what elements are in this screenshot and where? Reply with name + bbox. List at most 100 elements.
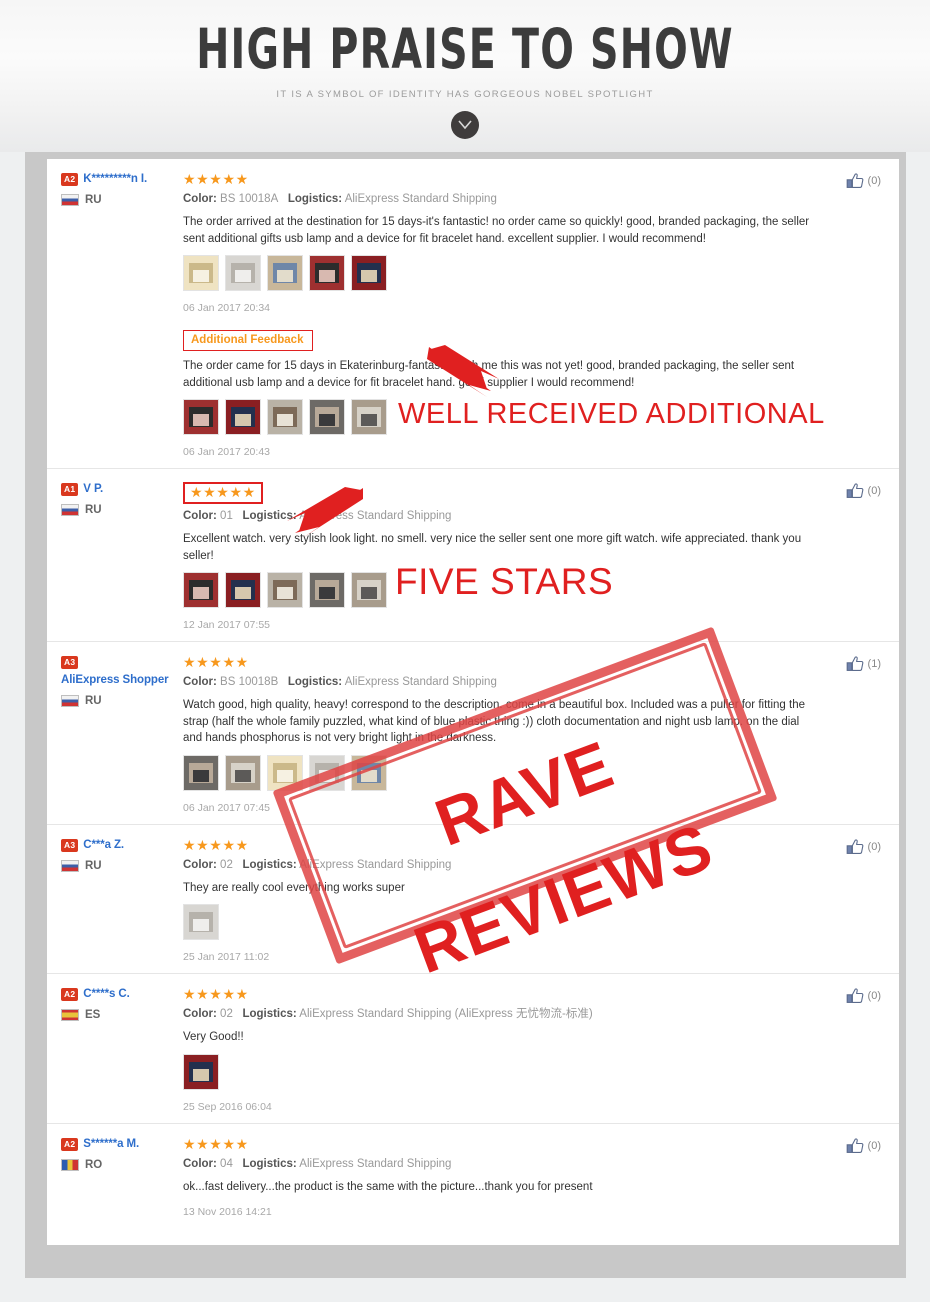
review-photo-thumbnail[interactable] [309, 255, 345, 291]
scroll-down-button[interactable] [451, 111, 479, 139]
reviewer-level-badge: A2 [61, 988, 79, 1001]
review-photo-thumbnail[interactable] [225, 399, 261, 435]
helpful-votes[interactable]: (0) [825, 172, 881, 458]
star-rating: ★★★★★ [183, 654, 249, 670]
page-root: HIGH PRAISE TO SHOW IT IS A SYMBOL OF ID… [0, 0, 930, 1302]
review-body: ★★★★★ Color: 02 Logistics: AliExpress Sta… [183, 987, 825, 1113]
review-photo-thumbnail[interactable] [225, 255, 261, 291]
helpful-votes[interactable]: (0) [825, 1137, 881, 1219]
thumbs-up-icon[interactable] [846, 838, 864, 860]
review-meta: Color: BS 10018B Logistics: AliExpress S… [183, 676, 497, 688]
reviewer-name[interactable]: K*********n I. [83, 173, 147, 186]
helpful-votes[interactable]: (1) [825, 655, 881, 814]
helpful-vote-count: (0) [867, 485, 881, 497]
logistics-label: Logistics: [242, 858, 297, 871]
review-body: ★★★★★ Color: BS 10018A Logistics: AliExpr… [183, 172, 825, 458]
thumbs-up-icon[interactable] [846, 173, 864, 194]
review-text: Excellent watch. very stylish look light… [183, 533, 802, 562]
logistics-label: Logistics: [242, 510, 297, 522]
reviewer-name[interactable]: C***a Z. [83, 839, 124, 852]
star-rating: ★★★★★ [183, 986, 249, 1002]
additional-feedback: Additional Feedback The order came for 15… [183, 330, 821, 458]
star-rating: ★★★★★ [183, 836, 249, 853]
review-date: 25 Sep 2016 06:04 [183, 1100, 272, 1113]
review-photo-thumbnail[interactable] [351, 572, 387, 608]
helpful-votes[interactable]: (0) [825, 987, 881, 1113]
review-photo-thumbnail[interactable] [267, 255, 303, 291]
country-flag-icon [61, 194, 79, 206]
review-photo-thumbnail[interactable] [225, 572, 261, 608]
reviewer-level-badge: A3 [61, 656, 79, 669]
thumbs-up-icon[interactable] [846, 483, 864, 504]
review-photo-thumbnail[interactable] [351, 754, 387, 791]
review-photo-thumbnail[interactable] [183, 572, 219, 608]
review-text: The order arrived at the destination for… [183, 216, 810, 245]
helpful-votes[interactable]: (0) [825, 838, 881, 964]
thumbs-up-icon[interactable] [846, 988, 864, 1009]
reviewer-name[interactable]: AliExpress Shopper [61, 674, 169, 687]
additional-feedback-text: The order came for 15 days in Ekaterinbu… [183, 360, 795, 389]
country-code: ES [85, 1009, 101, 1021]
review-photo-strip [183, 572, 821, 608]
review-text: ok...fast delivery...the product is the … [183, 1180, 593, 1193]
review-text: They are really cool everything works su… [183, 881, 405, 894]
review-photo-thumbnail[interactable] [267, 572, 303, 608]
helpful-vote-count: (0) [867, 840, 881, 853]
review-item: A2 S******a M. RO ★★★★★ Color: 04 Logistics:… [47, 1124, 899, 1229]
reviewer-level-badge: A3 [61, 838, 79, 852]
review-photo-thumbnail[interactable] [183, 399, 219, 435]
review-photo-thumbnail[interactable] [309, 572, 345, 608]
country-flag-icon [61, 859, 79, 872]
hero-banner: HIGH PRAISE TO SHOW IT IS A SYMBOL OF ID… [0, 0, 930, 152]
color-label: Color: [183, 858, 217, 871]
review-meta: Color: 04 Logistics: AliExpress Standard… [183, 1157, 452, 1170]
reviewer-level-badge: A2 [61, 173, 79, 186]
country-flag-icon [61, 1158, 79, 1171]
color-label: Color: [183, 1008, 217, 1020]
review-photo-thumbnail[interactable] [183, 904, 219, 940]
review-item: A3 C***a Z. RU ★★★★★ Color: 02 Logistics: Al… [47, 825, 899, 974]
star-rating: ★★★★★ [183, 1135, 249, 1152]
reviewer-identity: A2 K*********n I. RU [61, 172, 183, 458]
review-photo-thumbnail[interactable] [267, 754, 303, 791]
reviewer-identity: A2 S******a M. RO [61, 1137, 183, 1219]
reviewer-name[interactable]: S******a M. [83, 1138, 139, 1151]
reviewer-level-badge: A1 [61, 483, 79, 496]
review-item: A1 V P. RU ★★★★★ Color: 01 Logistics: AliExp… [47, 469, 899, 642]
helpful-vote-count: (0) [867, 990, 881, 1002]
helpful-votes[interactable]: (0) [825, 482, 881, 631]
review-meta: Color: 02 Logistics: AliExpress Standard… [183, 1008, 593, 1020]
review-photo-thumbnail[interactable] [267, 399, 303, 435]
helpful-vote-count: (1) [867, 658, 881, 670]
color-label: Color: [183, 1157, 217, 1170]
reviewer-identity: A1 V P. RU [61, 482, 183, 631]
review-photo-thumbnail[interactable] [183, 1053, 219, 1090]
review-photo-strip [183, 754, 821, 791]
star-rating: ★★★★★ [183, 171, 249, 187]
review-photo-thumbnail[interactable] [351, 255, 387, 291]
review-body: ★★★★★ Color: 02 Logistics: AliExpress Sta… [183, 836, 825, 963]
star-rating: ★★★★★ [183, 482, 263, 504]
color-label: Color: [183, 510, 217, 522]
review-text: Very Good!! [183, 1031, 244, 1043]
thumbs-up-icon[interactable] [846, 656, 864, 677]
review-photo-thumbnail[interactable] [183, 255, 219, 291]
review-photo-thumbnail[interactable] [351, 399, 387, 435]
reviewer-name[interactable]: V P. [83, 483, 103, 496]
review-meta: Color: BS 10018A Logistics: AliExpress S… [183, 193, 497, 205]
reviewer-identity: A2 C****s C. ES [61, 987, 183, 1113]
review-date: 12 Jan 2017 07:55 [183, 619, 270, 631]
additional-feedback-date: 06 Jan 2017 20:43 [183, 446, 270, 458]
review-photo-thumbnail[interactable] [309, 754, 345, 791]
review-photo-thumbnail[interactable] [183, 754, 219, 791]
review-photo-thumbnail[interactable] [309, 399, 345, 435]
review-photo-strip [183, 1053, 821, 1090]
additional-feedback-label: Additional Feedback [183, 330, 314, 351]
reviewer-identity: A3 C***a Z. RU [61, 838, 183, 964]
reviewer-name[interactable]: C****s C. [83, 988, 130, 1001]
logistics-label: Logistics: [242, 1157, 297, 1170]
review-photo-thumbnail[interactable] [225, 754, 261, 791]
page-subtitle: IT IS A SYMBOL OF IDENTITY HAS GORGEOUS … [276, 89, 654, 100]
logistics-label: Logistics: [287, 193, 343, 205]
thumbs-up-icon[interactable] [846, 1137, 864, 1159]
